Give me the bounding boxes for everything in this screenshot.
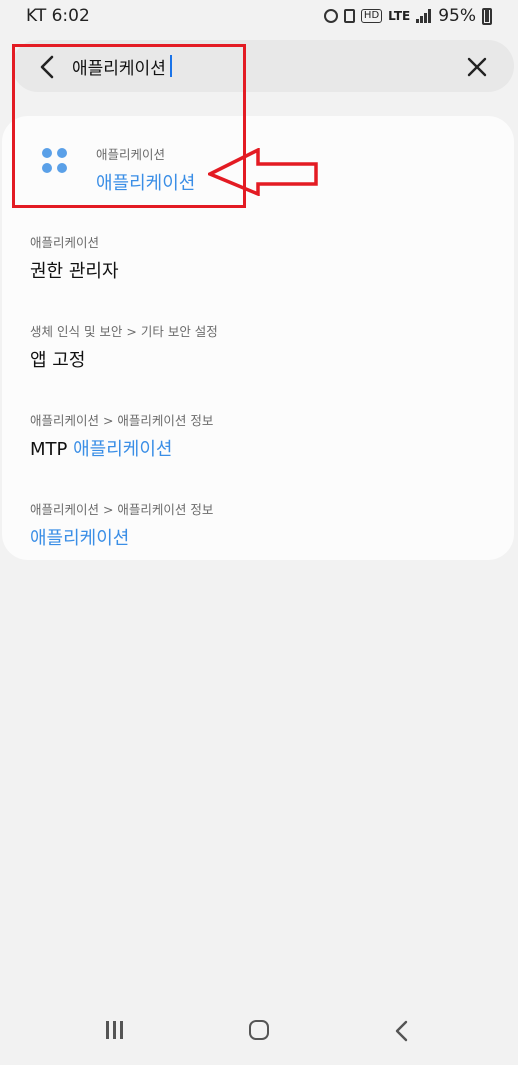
secure-folder-icon [343,9,355,23]
close-icon [467,57,487,77]
result-path: 애플리케이션 > 애플리케이션 정보 [30,413,214,428]
result-title: 애플리케이션 [30,524,213,550]
result-title: 권한 관리자 [30,261,119,282]
result-title: MTP 애플리케이션 [30,439,173,460]
navigation-bar [0,1003,518,1065]
battery-percent: 95% [438,6,476,26]
home-button[interactable] [249,1020,269,1040]
clear-search-button[interactable] [464,54,490,80]
status-icons: HD LTE 95% [323,6,492,26]
query-highlight: 애플리케이션 [30,528,130,549]
search-result-app-pinning[interactable]: 생체 인식 및 보안 > 기타 보안 설정 앱 고정 [30,321,218,372]
battery-icon [482,7,492,25]
result-path: 생체 인식 및 보안 > 기타 보안 설정 [30,324,218,339]
result-path: 애플리케이션 [30,235,100,250]
back-icon [395,1020,408,1042]
alarm-icon [323,9,338,23]
recents-button[interactable] [104,1021,126,1041]
status-bar: KT 6:02 HD LTE 95% [0,0,518,32]
annotation-arrow-icon [208,148,318,196]
signal-icon [416,9,432,23]
search-result-mtp-applications[interactable]: 애플리케이션 > 애플리케이션 정보 MTP 애플리케이션 [30,410,213,461]
nav-back-button[interactable] [394,1019,410,1043]
query-highlight: 애플리케이션 [73,439,173,460]
result-title: 앱 고정 [30,350,86,371]
search-result-application-info[interactable]: 애플리케이션 > 애플리케이션 정보 애플리케이션 [30,499,213,550]
network-type: LTE [388,9,411,23]
hd-voice-icon: HD [360,9,383,23]
carrier-time: KT 6:02 [26,6,90,26]
search-result-permission-manager[interactable]: 애플리케이션 권한 관리자 [30,232,119,283]
result-path: 애플리케이션 > 애플리케이션 정보 [30,502,214,517]
